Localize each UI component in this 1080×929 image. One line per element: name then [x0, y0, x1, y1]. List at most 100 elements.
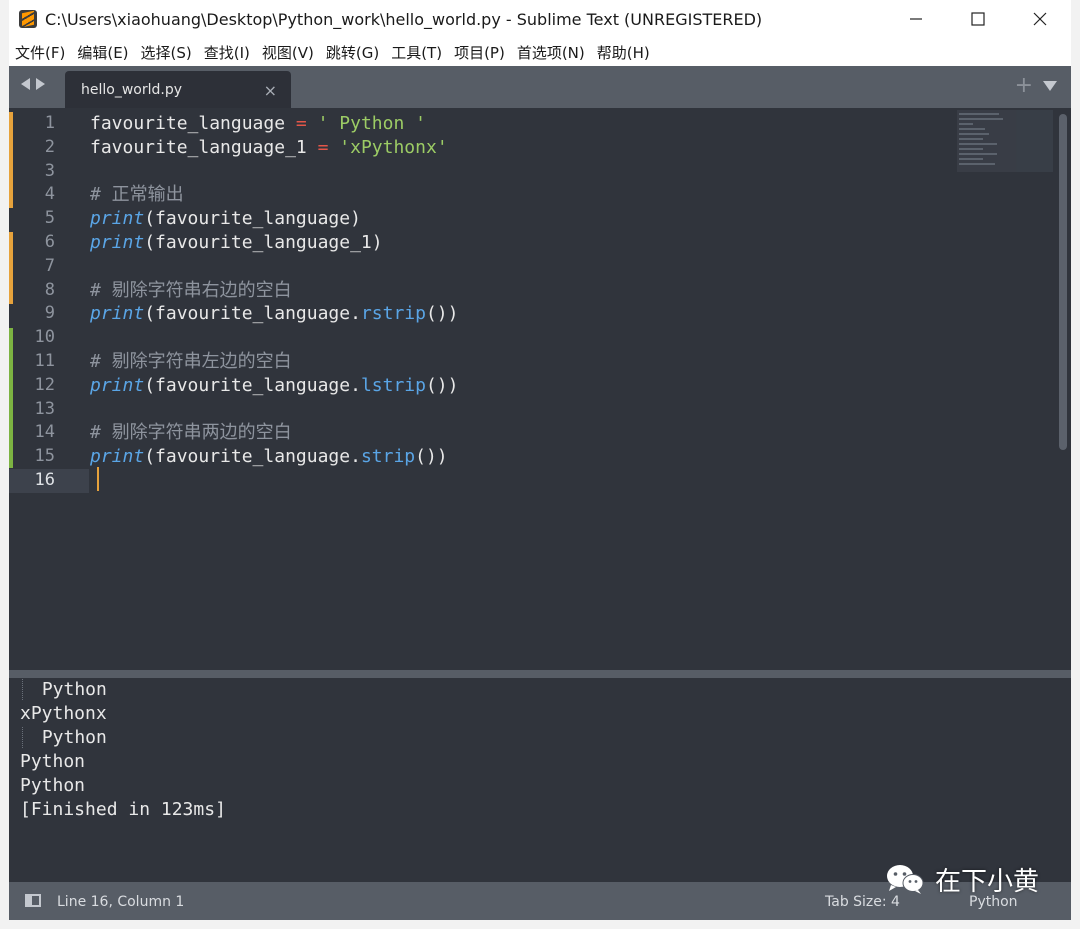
code-area[interactable]: favourite_language = ' Python ' favourit…	[89, 112, 1051, 493]
minimap-line	[959, 113, 999, 115]
line-number: 6	[44, 231, 55, 252]
menu-file[interactable]: 文件(F)	[9, 42, 71, 63]
method-name: lstrip	[360, 374, 426, 396]
code-line-1: favourite_language = ' Python '	[89, 112, 1051, 136]
menu-edit[interactable]: 编辑(E)	[71, 42, 134, 63]
menu-help[interactable]: 帮助(H)	[591, 42, 656, 63]
minimap-line	[959, 153, 997, 155]
print-keyword: print	[90, 208, 145, 230]
menu-view[interactable]: 视图(V)	[256, 42, 320, 63]
minimap-line	[959, 143, 997, 145]
call-args: (favourite_language.	[144, 446, 361, 468]
print-keyword: print	[90, 231, 145, 253]
line-number: 12	[34, 374, 55, 395]
tab-size-setting[interactable]: Tab Size: 4	[825, 894, 900, 910]
line-number: 1	[44, 113, 55, 133]
vertical-scrollbar[interactable]	[1059, 114, 1067, 450]
menu-tools[interactable]: 工具(T)	[385, 42, 448, 63]
tab-hello-world[interactable]: hello_world.py ×	[65, 71, 291, 108]
call-args: (favourite_language.	[144, 374, 361, 396]
line-number-current: 16	[9, 468, 89, 493]
line-number: 10	[34, 327, 55, 348]
tab-list-chevron-down-icon[interactable]	[1043, 81, 1057, 91]
line-number: 3	[44, 160, 55, 181]
menu-find[interactable]: 查找(I)	[198, 42, 256, 63]
menu-project[interactable]: 项目(P)	[448, 42, 511, 63]
method-name: strip	[360, 446, 416, 468]
tab-tools: +	[1015, 75, 1057, 97]
minimap-line	[959, 163, 995, 165]
output-line: Python	[20, 751, 86, 772]
call-args: (favourite_language.	[144, 303, 361, 325]
watermark: 在下小黄	[885, 862, 1040, 897]
gutter: 1 2 3 4 5 6 7 8 9 10 11 12 13 14 15 16	[9, 108, 89, 670]
minimap-line	[959, 123, 973, 125]
call-close: ())	[425, 374, 459, 396]
line-number: 8	[44, 279, 55, 300]
tab-close-icon[interactable]: ×	[264, 81, 277, 100]
code-line-14: # 剔除字符串两边的空白	[90, 422, 292, 444]
minimap-line	[959, 128, 985, 130]
minimap-line	[959, 118, 1003, 120]
menu-preferences[interactable]: 首选项(N)	[511, 42, 591, 63]
line-number: 9	[44, 303, 55, 324]
minimap[interactable]	[957, 110, 1053, 172]
sublime-window: C:\Users\xiaohuang\Desktop\Python_work\h…	[9, 0, 1071, 920]
panel-splitter[interactable]	[9, 670, 1071, 678]
menu-selection[interactable]: 选择(S)	[135, 42, 198, 63]
new-tab-icon[interactable]: +	[1015, 75, 1033, 97]
print-keyword: print	[90, 374, 145, 396]
code-line-4: # 正常输出	[90, 184, 184, 206]
cursor-position: Line 16, Column 1	[57, 894, 185, 910]
string-literal: 'xPythonx'	[339, 136, 448, 158]
whitespace-guide	[22, 727, 31, 748]
minimap-line	[959, 158, 983, 160]
string-literal: ' Python '	[317, 113, 426, 134]
line-numbers: 1 2 3 4 5 6 7 8 9 10 11 12 13 14 15 16	[9, 112, 89, 493]
window-title: C:\Users\xiaohuang\Desktop\Python_work\h…	[45, 9, 763, 29]
menu-goto[interactable]: 跳转(G)	[320, 42, 385, 63]
output-line: Python	[9, 726, 1071, 750]
panel-toggle-icon[interactable]	[25, 894, 41, 907]
menu-bar: 文件(F) 编辑(E) 选择(S) 查找(I) 视图(V) 跳转(G) 工具(T…	[9, 38, 1071, 66]
minimize-button[interactable]	[885, 0, 947, 38]
print-keyword: print	[90, 446, 145, 468]
method-name: rstrip	[360, 303, 426, 325]
text-cursor	[97, 467, 99, 491]
call-args: (favourite_language_1)	[144, 231, 383, 253]
variable: favourite_language_1	[90, 136, 307, 158]
code-line-11: # 剔除字符串左边的空白	[90, 350, 292, 372]
background-right-edge	[1071, 0, 1080, 929]
code-line-12: print(favourite_language.lstrip())	[89, 374, 1051, 398]
tab-next-icon[interactable]	[36, 78, 45, 90]
close-button[interactable]	[1009, 0, 1071, 38]
line-number: 7	[44, 255, 55, 276]
operator: =	[317, 136, 329, 158]
call-args: (favourite_language)	[144, 208, 361, 230]
line-number: 2	[44, 136, 55, 157]
minimap-line	[959, 138, 983, 140]
close-icon	[1033, 12, 1047, 26]
maximize-button[interactable]	[947, 0, 1009, 38]
output-line: Python	[9, 678, 1071, 702]
code-editor[interactable]: 1 2 3 4 5 6 7 8 9 10 11 12 13 14 15 16 f…	[9, 108, 1071, 670]
tab-prev-icon[interactable]	[21, 78, 30, 90]
wechat-icon	[887, 865, 924, 894]
output-line: xPythonx	[20, 703, 107, 724]
line-number: 14	[34, 422, 55, 443]
minimap-line	[959, 148, 983, 150]
minimize-icon	[910, 18, 922, 20]
output-line: Python	[20, 775, 86, 796]
watermark-text: 在下小黄	[935, 866, 1040, 897]
print-keyword: print	[90, 303, 145, 325]
code-line-6: print(favourite_language_1)	[89, 231, 1051, 255]
build-output-panel: Python xPythonx Python Python Python [Fi…	[9, 678, 1071, 882]
output-text: Python	[31, 727, 107, 748]
code-line-5: print(favourite_language)	[89, 207, 1051, 231]
output-text: Python	[31, 679, 107, 700]
window-controls	[885, 0, 1071, 38]
code-line-9: print(favourite_language.rstrip())	[89, 302, 1051, 326]
